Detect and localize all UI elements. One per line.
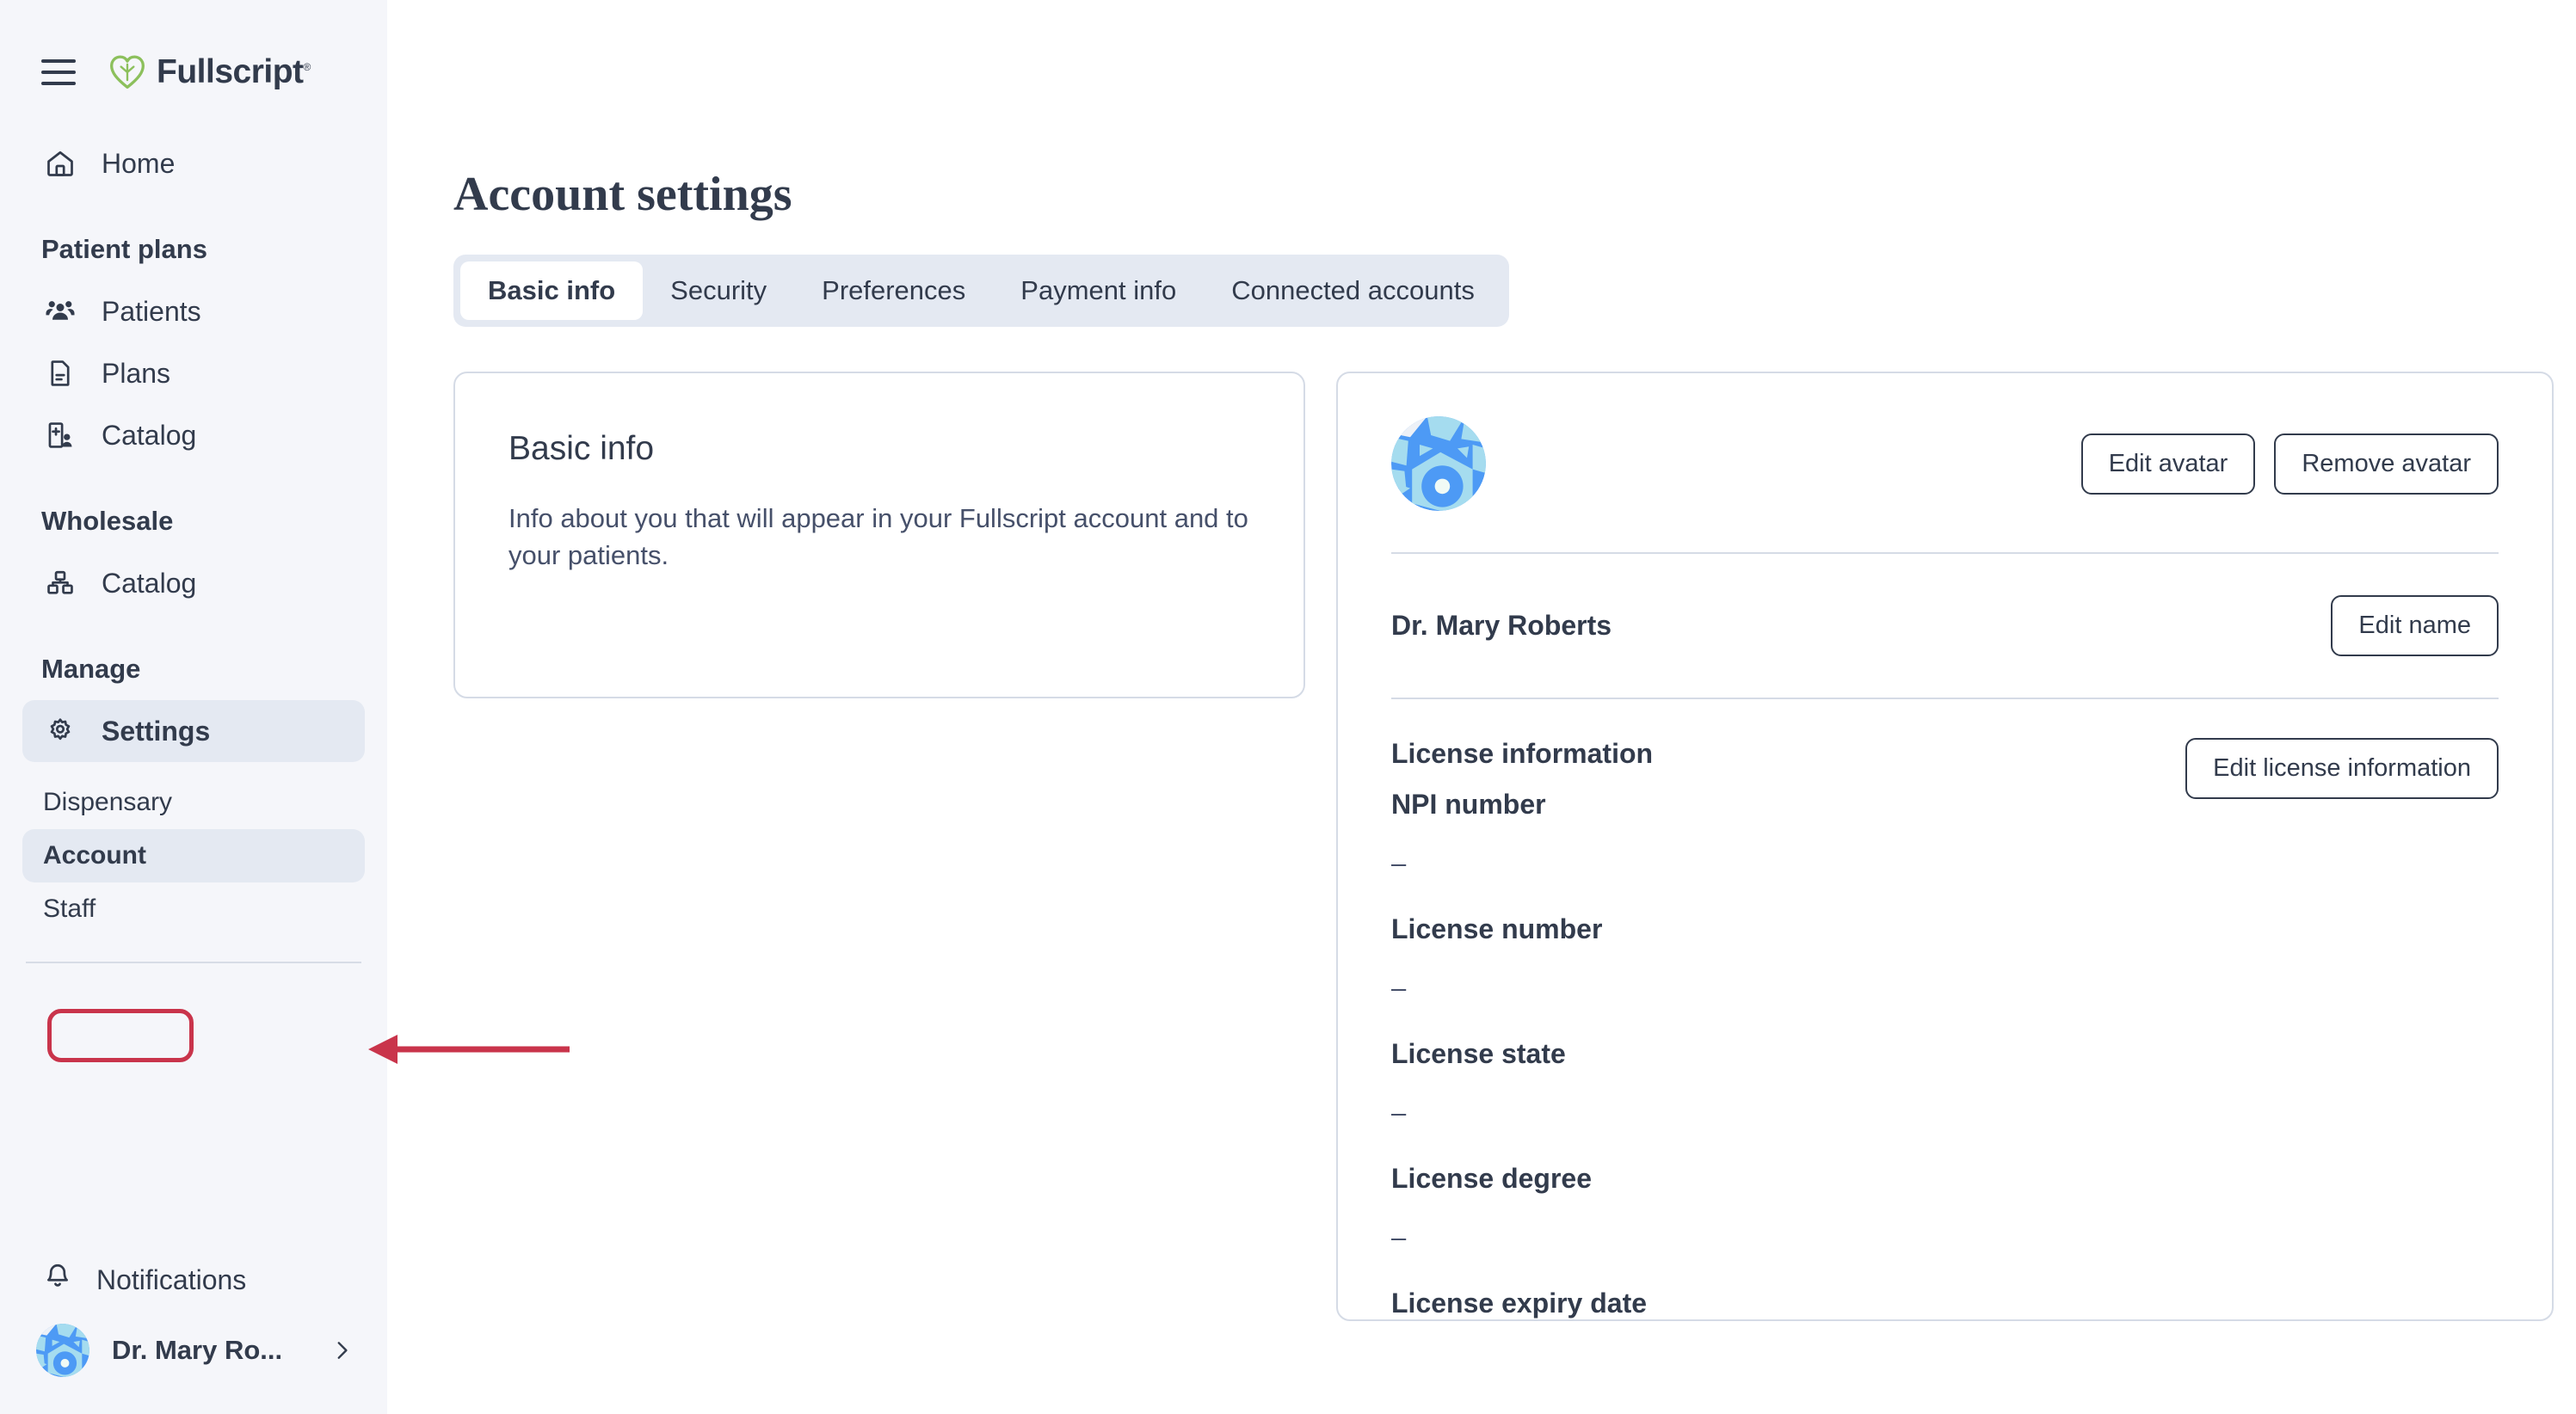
field-license-state: License state –: [1391, 1038, 2499, 1128]
remove-avatar-button[interactable]: Remove avatar: [2274, 433, 2499, 495]
avatar: [1391, 416, 1486, 511]
sidebar-item-label: Settings: [102, 715, 211, 747]
sidebar-subitem-label: Staff: [43, 895, 96, 923]
field-license-degree: License degree –: [1391, 1163, 2499, 1253]
field-label: License expiry date: [1391, 1288, 1648, 1319]
sidebar-item-label: Catalog: [102, 419, 197, 451]
account-holder-name: Dr. Mary Roberts: [1391, 610, 1612, 641]
sidebar-nav: Home Patient plans Patients Plans Catalo…: [0, 132, 387, 963]
field-value: –: [1391, 973, 1407, 1003]
name-row: Dr. Mary Roberts Edit name: [1391, 554, 2499, 698]
sidebar-item-home[interactable]: Home: [22, 132, 365, 194]
sidebar-divider: [26, 962, 361, 963]
sidebar-section-heading-patient-plans: Patient plans: [41, 234, 207, 264]
avatar-row: Edit avatar Remove avatar: [1391, 373, 2499, 552]
tab-security[interactable]: Security: [643, 261, 794, 320]
sidebar-item-label: Plans: [102, 357, 171, 389]
leaf-heart-icon: [110, 55, 145, 89]
license-section-header: License information NPI number – Edit li…: [1391, 699, 2499, 879]
avatar: [36, 1324, 89, 1377]
sidebar-item-settings[interactable]: Settings: [22, 700, 365, 762]
field-label: License number: [1391, 913, 1603, 944]
sidebar-section-heading-manage: Manage: [41, 654, 141, 684]
field-value: –: [1391, 1222, 1407, 1252]
wholesale-catalog-icon: [43, 566, 77, 600]
sidebar-subitem-label: Account: [43, 841, 146, 870]
sidebar-profile[interactable]: Dr. Mary Ro...: [15, 1311, 387, 1390]
sidebar-item-plans[interactable]: Plans: [22, 342, 365, 404]
profile-details-card: Edit avatar Remove avatar Dr. Mary Rober…: [1336, 372, 2554, 1321]
avatar-actions: Edit avatar Remove avatar: [2080, 433, 2499, 495]
edit-name-button[interactable]: Edit name: [2331, 595, 2499, 656]
sidebar-item-label: Home: [102, 147, 176, 179]
sidebar-item-wholesale-catalog[interactable]: Catalog: [22, 552, 365, 614]
basic-info-card-title: Basic info: [508, 430, 655, 467]
sidebar-item-notifications[interactable]: Notifications: [22, 1249, 365, 1311]
basic-info-card: Basic info Info about you that will appe…: [453, 372, 1305, 698]
sidebar-subitem-staff[interactable]: Staff: [22, 882, 365, 936]
field-value: –: [1391, 1097, 1407, 1128]
field-label: License degree: [1391, 1163, 1592, 1194]
field-label: License state: [1391, 1038, 1566, 1069]
chevron-right-icon: [330, 1339, 353, 1362]
fullscript-logo[interactable]: Fullscript®: [108, 53, 311, 91]
license-section-title: License information: [1391, 738, 1654, 769]
field-npi-number: NPI number –: [1391, 789, 1653, 879]
sidebar-footer: Notifications Dr. Mary Ro...: [0, 1249, 387, 1414]
logo-wordmark-text: Fullscript: [157, 53, 304, 90]
page-title: Account settings: [453, 168, 792, 221]
sidebar-subitem-label: Dispensary: [43, 788, 173, 816]
sidebar-item-label: Notifications: [96, 1263, 247, 1295]
sidebar-header: Fullscript®: [0, 0, 387, 91]
basic-info-card-description: Info about you that will appear in your …: [508, 503, 1248, 570]
tab-payment-info[interactable]: Payment info: [993, 261, 1204, 320]
document-icon: [43, 356, 77, 390]
app-root: Fullscript® Home Patient plans Patients …: [0, 0, 2576, 1414]
home-icon: [43, 146, 77, 181]
field-license-number: License number –: [1391, 913, 2499, 1004]
patients-icon: [43, 294, 77, 329]
sidebar-item-label: Catalog: [102, 567, 197, 599]
profile-name: Dr. Mary Ro...: [112, 1335, 283, 1365]
sidebar-item-label: Patients: [102, 295, 201, 327]
gear-icon: [43, 714, 77, 748]
sidebar-subitem-account[interactable]: Account: [22, 829, 365, 882]
sidebar-item-patients[interactable]: Patients: [22, 280, 365, 342]
cards-container: Basic info Info about you that will appe…: [453, 372, 2576, 1321]
field-label: NPI number: [1391, 789, 1546, 820]
catalog-icon: [43, 418, 77, 452]
logo-trademark: ®: [303, 61, 311, 73]
edit-avatar-button[interactable]: Edit avatar: [2080, 433, 2256, 495]
tab-bar: Basic info Security Preferences Payment …: [453, 255, 1509, 327]
bell-icon: [43, 1262, 72, 1298]
sidebar: Fullscript® Home Patient plans Patients …: [0, 0, 387, 1414]
hamburger-menu-icon[interactable]: [41, 59, 76, 85]
tab-basic-info[interactable]: Basic info: [460, 261, 644, 320]
edit-license-information-button[interactable]: Edit license information: [2185, 738, 2499, 799]
field-value: –: [1391, 848, 1407, 878]
main-content: Account settings Basic info Security Pre…: [387, 0, 2576, 1414]
sidebar-subitem-dispensary[interactable]: Dispensary: [22, 776, 365, 829]
sidebar-item-catalog[interactable]: Catalog: [22, 404, 365, 466]
sidebar-section-heading-wholesale: Wholesale: [41, 506, 174, 536]
tab-connected-accounts[interactable]: Connected accounts: [1204, 261, 1502, 320]
tab-preferences[interactable]: Preferences: [794, 261, 993, 320]
logo-wordmark: Fullscript®: [157, 53, 311, 91]
field-license-expiry-date: License expiry date: [1391, 1288, 2499, 1319]
